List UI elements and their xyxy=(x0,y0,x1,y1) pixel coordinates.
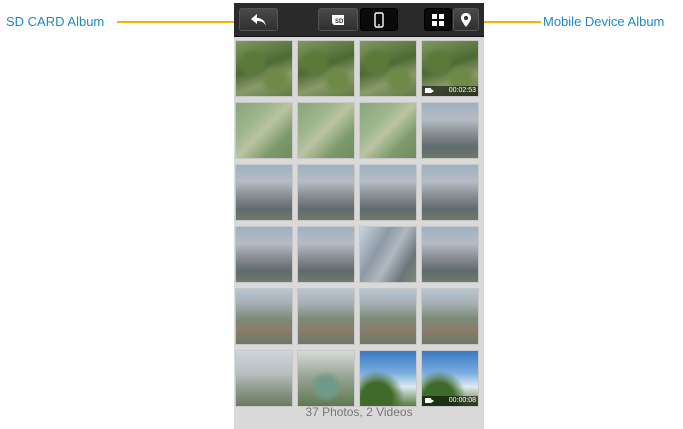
photo-thumbnail[interactable] xyxy=(359,102,417,159)
mobile-phone-icon xyxy=(374,11,384,28)
photo-thumbnail[interactable] xyxy=(359,164,417,221)
sd-card-album-button[interactable]: SD xyxy=(318,8,358,31)
photo-thumbnail[interactable] xyxy=(235,226,293,283)
video-thumbnail[interactable]: 00:00:08 xyxy=(421,350,479,407)
photo-thumbnail[interactable] xyxy=(359,350,417,407)
grid-view-icon xyxy=(432,13,444,26)
photo-thumbnail[interactable] xyxy=(297,102,355,159)
photo-thumbnail[interactable] xyxy=(235,102,293,159)
map-pin-icon xyxy=(461,12,471,27)
video-camera-icon xyxy=(425,398,434,403)
photo-thumbnail[interactable] xyxy=(297,226,355,283)
back-arrow-icon xyxy=(250,13,266,26)
photo-thumbnail[interactable] xyxy=(421,102,479,159)
grid-view-button[interactable] xyxy=(424,8,452,31)
sd-card-album-callout: SD CARD Album xyxy=(6,14,105,29)
photo-thumbnail[interactable] xyxy=(235,40,293,97)
video-duration: 00:02:53 xyxy=(448,87,476,94)
photo-thumbnail[interactable] xyxy=(421,164,479,221)
photo-thumbnail[interactable] xyxy=(421,288,479,345)
photo-thumbnail[interactable] xyxy=(359,226,417,283)
mobile-device-album-callout: Mobile Device Album xyxy=(543,14,665,29)
photo-thumbnail[interactable] xyxy=(359,288,417,345)
map-view-button[interactable] xyxy=(453,8,479,31)
album-screen: SD 00:02:53 00:00:08 37 Photos, 2 Videos xyxy=(234,3,484,429)
photo-thumbnail[interactable] xyxy=(297,40,355,97)
photo-thumbnail[interactable] xyxy=(297,164,355,221)
photo-thumbnail[interactable] xyxy=(235,164,293,221)
sd-card-icon: SD xyxy=(332,14,344,25)
photo-thumbnail[interactable] xyxy=(235,350,293,407)
photo-thumbnail[interactable] xyxy=(297,350,355,407)
photo-thumbnail[interactable] xyxy=(297,288,355,345)
photo-thumbnail[interactable] xyxy=(359,40,417,97)
album-summary: 37 Photos, 2 Videos xyxy=(305,405,413,419)
video-camera-icon xyxy=(425,88,434,93)
mobile-device-album-button[interactable] xyxy=(360,8,398,31)
video-thumbnail[interactable]: 00:02:53 xyxy=(421,40,479,97)
photo-thumbnail[interactable] xyxy=(235,288,293,345)
back-button[interactable] xyxy=(239,8,278,31)
svg-text:SD: SD xyxy=(335,19,344,25)
video-info-bar: 00:02:53 xyxy=(422,86,478,96)
photo-thumbnail[interactable] xyxy=(421,226,479,283)
top-toolbar: SD xyxy=(234,3,484,37)
thumbnail-grid: 00:02:53 00:00:08 xyxy=(235,40,483,407)
